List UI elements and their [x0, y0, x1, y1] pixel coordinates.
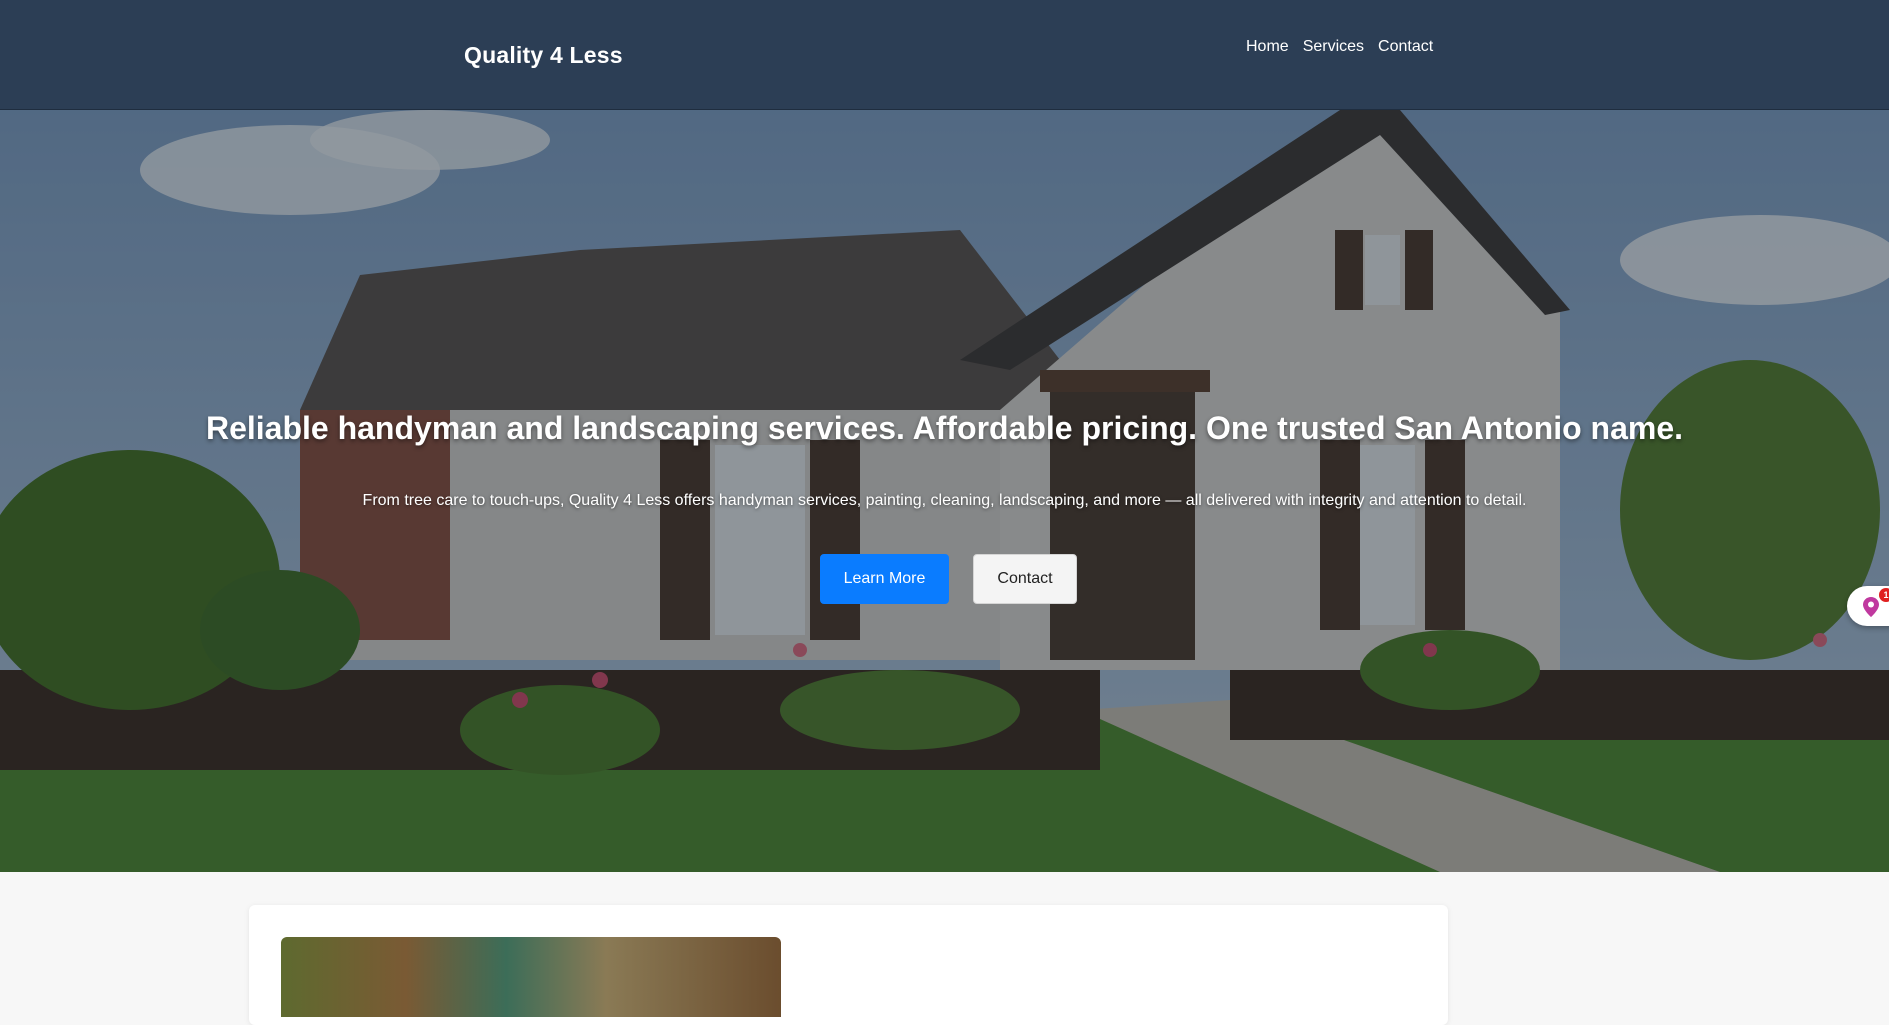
location-pin-icon	[1863, 597, 1879, 617]
service-card	[249, 905, 1448, 1025]
content-section	[0, 872, 1889, 1025]
nav-contact-link[interactable]: Contact	[1378, 38, 1433, 56]
contact-button[interactable]: Contact	[973, 554, 1077, 604]
notification-badge: 1	[1879, 588, 1889, 602]
hero-section: Reliable handyman and landscaping servic…	[0, 110, 1889, 872]
hero-overlay	[0, 110, 1889, 872]
main-nav: Home Services Contact	[1246, 38, 1433, 56]
service-card-image	[281, 937, 781, 1017]
hero-subtitle: From tree care to touch-ups, Quality 4 L…	[362, 492, 1527, 509]
hero-title: Reliable handyman and landscaping servic…	[205, 410, 1684, 446]
site-header: Quality 4 Less Home Services Contact	[0, 0, 1889, 110]
nav-services-link[interactable]: Services	[1303, 38, 1364, 56]
learn-more-button[interactable]: Learn More	[820, 554, 949, 604]
nav-home-link[interactable]: Home	[1246, 38, 1289, 56]
location-widget-button[interactable]: 1	[1847, 586, 1889, 626]
brand-logo[interactable]: Quality 4 Less	[464, 42, 623, 69]
